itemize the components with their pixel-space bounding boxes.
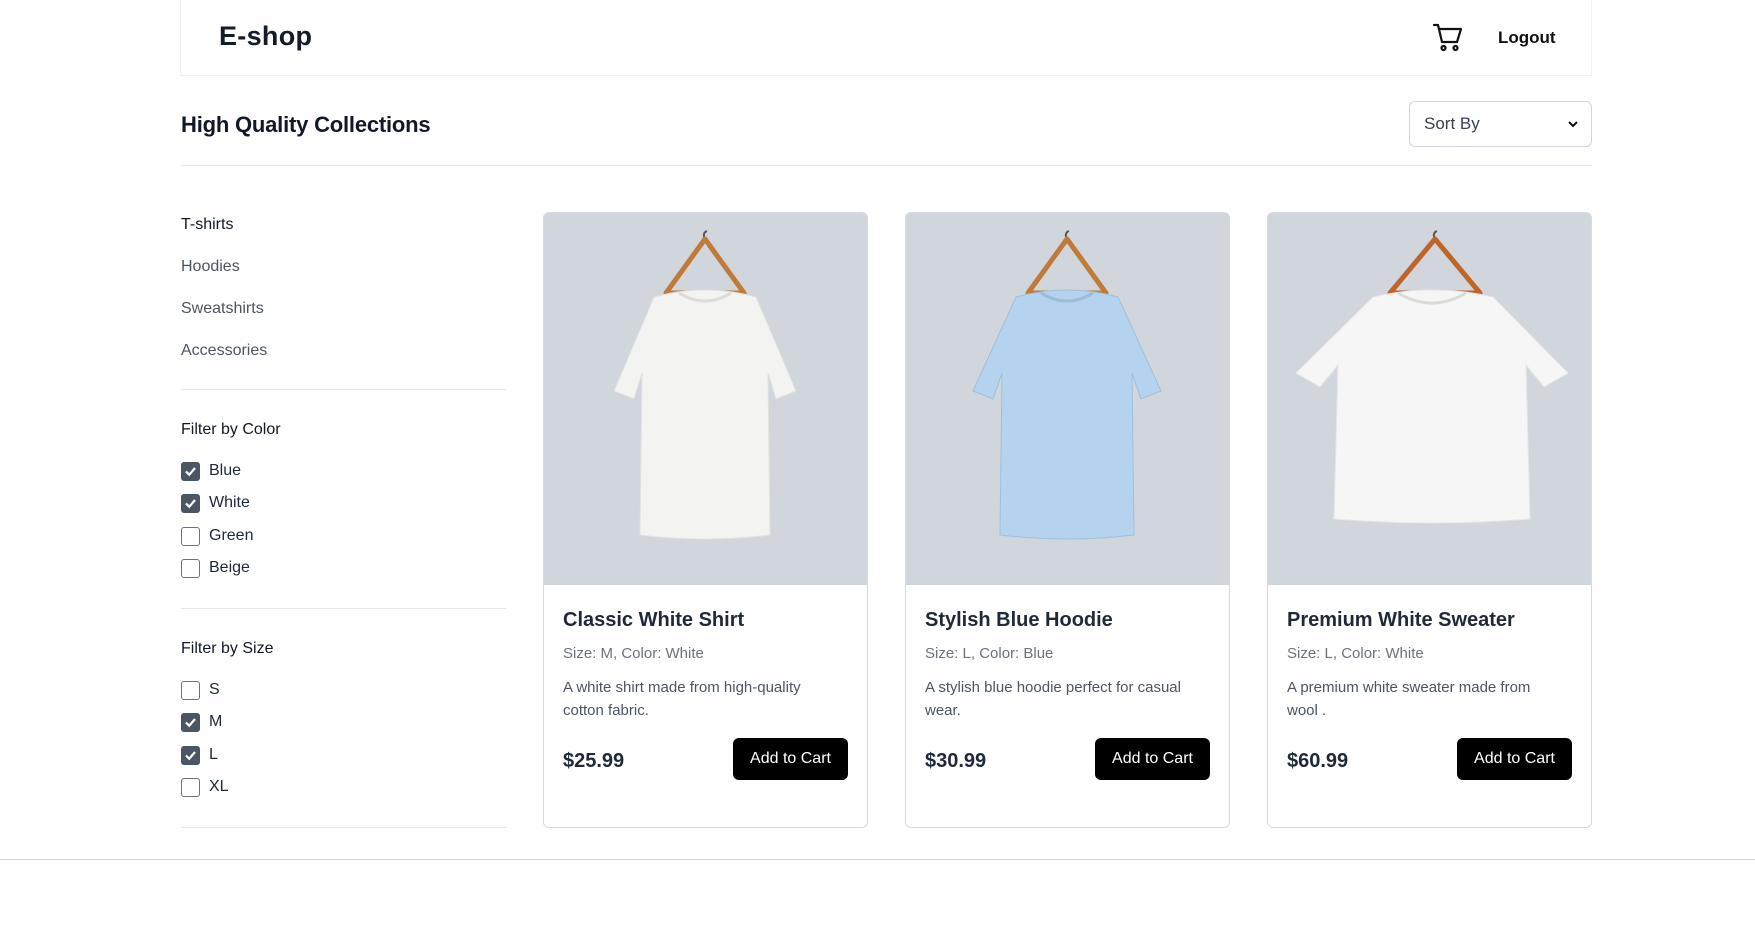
checkbox[interactable] xyxy=(181,745,200,765)
checkbox[interactable] xyxy=(181,777,200,797)
tshirt-shape xyxy=(972,289,1162,540)
sort-select[interactable]: Sort By xyxy=(1409,101,1592,147)
checkbox-label: M xyxy=(209,713,223,730)
checkbox-label: Green xyxy=(209,527,254,544)
product-price: $25.99 xyxy=(563,750,625,772)
checkbox[interactable] xyxy=(181,558,200,578)
category-accessories[interactable]: Accessories xyxy=(181,342,267,360)
checkbox-label: White xyxy=(209,494,250,511)
product-description: A premium white sweater made from wool . xyxy=(1287,679,1531,719)
checkbox-label: S xyxy=(209,681,220,698)
product-price: $60.99 xyxy=(1287,750,1349,772)
size-option-xl[interactable]: XL xyxy=(181,776,229,798)
header-divider xyxy=(181,165,1592,166)
product-meta: Size: L, Color: White xyxy=(1287,645,1424,662)
product-description: A stylish blue hoodie perfect for casual… xyxy=(925,679,1181,719)
chevron-down-icon xyxy=(1568,121,1578,128)
size-option-s[interactable]: S xyxy=(181,679,220,701)
top-navbar: E-shop Logout xyxy=(180,0,1592,76)
add-to-cart-button[interactable]: Add to Cart xyxy=(1457,738,1572,780)
product-card: Classic White Shirt Size: M, Color: Whit… xyxy=(543,212,868,828)
size-filter-title: Filter by Size xyxy=(181,640,274,657)
cart-icon[interactable] xyxy=(1431,20,1465,54)
checkbox-label: Beige xyxy=(209,559,250,576)
checkbox-label: XL xyxy=(209,778,229,795)
product-card: Stylish Blue Hoodie Size: L, Color: Blue… xyxy=(905,212,1230,828)
product-meta: Size: L, Color: Blue xyxy=(925,645,1054,662)
color-filter-title: Filter by Color xyxy=(181,421,281,438)
color-option-beige[interactable]: Beige xyxy=(181,557,250,579)
sort-select-label: Sort By xyxy=(1424,114,1480,133)
sidebar-divider xyxy=(181,827,506,828)
category-sweatshirts[interactable]: Sweatshirts xyxy=(181,300,264,318)
size-option-l[interactable]: L xyxy=(181,744,218,766)
sidebar-divider xyxy=(181,389,506,390)
checkbox-label: Blue xyxy=(209,462,242,479)
category-tshirts[interactable]: T-shirts xyxy=(181,216,233,234)
checkbox[interactable] xyxy=(181,712,200,732)
sidebar-divider xyxy=(181,608,506,609)
product-image[interactable] xyxy=(1268,213,1591,585)
color-option-white[interactable]: White xyxy=(181,492,250,514)
color-option-blue[interactable]: Blue xyxy=(181,460,241,482)
checkbox[interactable] xyxy=(181,461,200,481)
checkbox[interactable] xyxy=(181,680,200,700)
footer-divider xyxy=(0,859,1755,860)
category-hoodies[interactable]: Hoodies xyxy=(181,258,240,276)
color-option-green[interactable]: Green xyxy=(181,525,253,547)
page-title: High Quality Collections xyxy=(181,112,431,137)
checkbox[interactable] xyxy=(181,493,200,513)
product-meta: Size: M, Color: White xyxy=(563,645,704,662)
product-description: A white shirt made from high-quality cot… xyxy=(563,679,801,719)
product-image[interactable] xyxy=(906,213,1229,585)
tshirt-shape xyxy=(1295,289,1569,524)
add-to-cart-button[interactable]: Add to Cart xyxy=(733,738,848,780)
logout-button[interactable]: Logout xyxy=(1498,28,1556,48)
checkbox[interactable] xyxy=(181,526,200,546)
checkbox-label: L xyxy=(209,746,218,763)
add-to-cart-button[interactable]: Add to Cart xyxy=(1095,738,1210,780)
product-name[interactable]: Premium White Sweater xyxy=(1287,609,1515,632)
product-card: Premium White Sweater Size: L, Color: Wh… xyxy=(1267,212,1592,828)
product-image[interactable] xyxy=(544,213,867,585)
product-price: $30.99 xyxy=(925,750,987,772)
tshirt-shape xyxy=(613,289,797,540)
product-name[interactable]: Classic White Shirt xyxy=(563,609,744,632)
size-option-m[interactable]: M xyxy=(181,711,222,733)
logo[interactable]: E-shop xyxy=(219,21,312,52)
product-name[interactable]: Stylish Blue Hoodie xyxy=(925,609,1113,632)
